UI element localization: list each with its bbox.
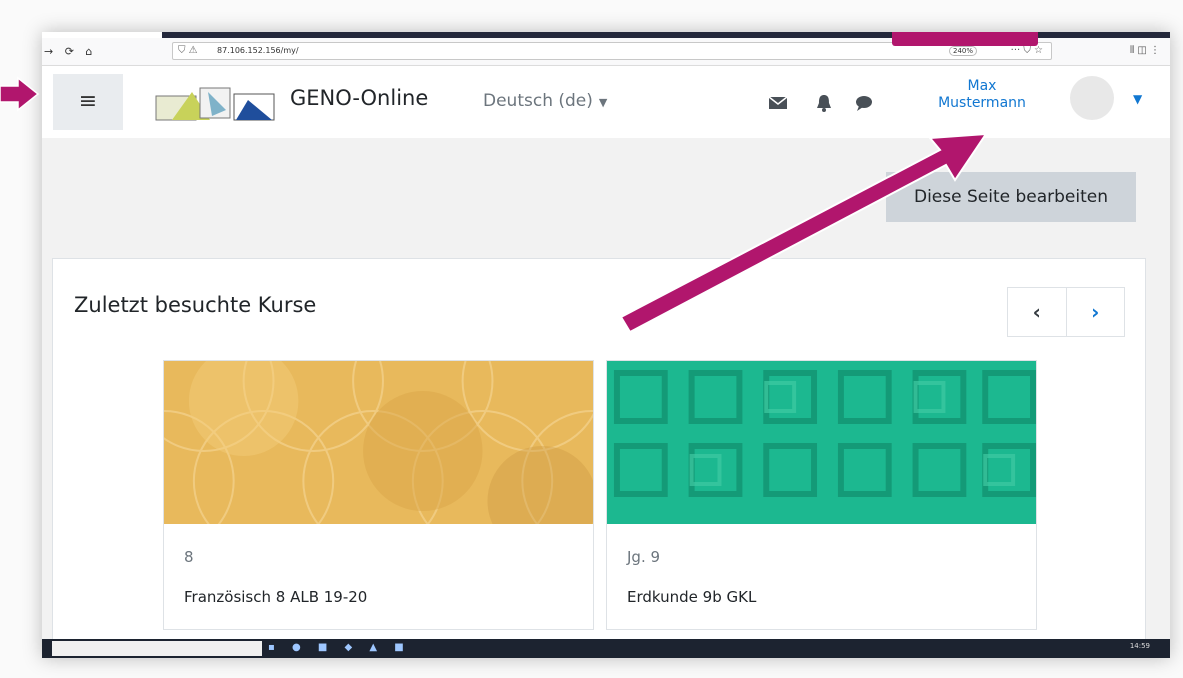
course-name[interactable]: Französisch 8 ALB 19-20 [184, 588, 367, 606]
language-label: Deutsch (de) [483, 91, 593, 111]
block-title: Zuletzt besuchte Kurse [74, 293, 317, 317]
browser-nav-buttons[interactable]: → ⟳ ⌂ [44, 45, 96, 58]
user-menu-name[interactable]: Max Mustermann [922, 78, 1042, 112]
url-text: 87.106.152.156/my/ [217, 46, 299, 55]
chevron-left-icon[interactable]: ‹ [1008, 288, 1067, 336]
site-navbar: ≡ GENO-Online Deutsch (de) ▼ Max Musterm… [42, 66, 1170, 138]
caret-down-icon: ▼ [598, 96, 608, 109]
taskbar-clock: 14:59 [1129, 642, 1150, 650]
recent-courses-block: Zuletzt besuchte Kurse ‹ › 8 Französisch… [52, 258, 1146, 658]
avatar[interactable] [1070, 76, 1114, 120]
mail-icon[interactable] [768, 94, 788, 112]
site-name[interactable]: GENO-Online [290, 86, 428, 110]
course-category: 8 [184, 548, 194, 566]
course-category: Jg. 9 [627, 548, 661, 566]
page-actions-icon[interactable]: ··· ⛉ ☆ [1011, 45, 1043, 56]
page-content: Diese Seite bearbeiten Zuletzt besuchte … [42, 138, 1170, 658]
browser-window: → ⟳ ⌂ ⛉ ⚠ 87.106.152.156/my/ 240% ··· ⛉ … [42, 32, 1170, 658]
hamburger-icon[interactable]: ≡ [53, 74, 123, 130]
user-caret-down-icon[interactable]: ▼ [1133, 92, 1142, 106]
os-taskbar: ▪ ● ■ ◆ ▲ ■ 14:59 [42, 639, 1170, 658]
course-image[interactable] [93, 310, 663, 556]
course-pager: ‹ › [1007, 287, 1125, 337]
library-icon[interactable]: ⫴ ◫ ⋮ [1130, 45, 1160, 56]
taskbar-apps[interactable]: ▪ ● ■ ◆ ▲ ■ [268, 642, 411, 653]
zoom-badge[interactable]: 240% [948, 46, 977, 56]
user-last-name: Mustermann [938, 95, 1026, 111]
bell-icon[interactable] [814, 94, 834, 112]
course-card[interactable]: 8 Französisch 8 ALB 19-20 [93, 310, 663, 630]
arrow-to-menu [0, 76, 40, 112]
site-logo[interactable] [152, 82, 280, 124]
annotation-marker [892, 32, 1038, 46]
chevron-right-icon[interactable]: › [1067, 288, 1125, 336]
course-image[interactable] [607, 361, 1036, 524]
lock-icon: ⛉ ⚠ [178, 45, 198, 56]
screenshot-stage: → ⟳ ⌂ ⛉ ⚠ 87.106.152.156/my/ 240% ··· ⛉ … [0, 0, 1183, 678]
user-first-name: Max [967, 78, 997, 94]
chat-icon[interactable] [854, 94, 874, 112]
course-name[interactable]: Erdkunde 9b GKL [627, 588, 756, 606]
edit-page-button[interactable]: Diese Seite bearbeiten [886, 172, 1136, 222]
course-card[interactable]: Jg. 9 Erdkunde 9b GKL [606, 360, 1037, 630]
language-menu[interactable]: Deutsch (de) ▼ [483, 91, 607, 111]
taskbar-search[interactable] [52, 641, 262, 656]
